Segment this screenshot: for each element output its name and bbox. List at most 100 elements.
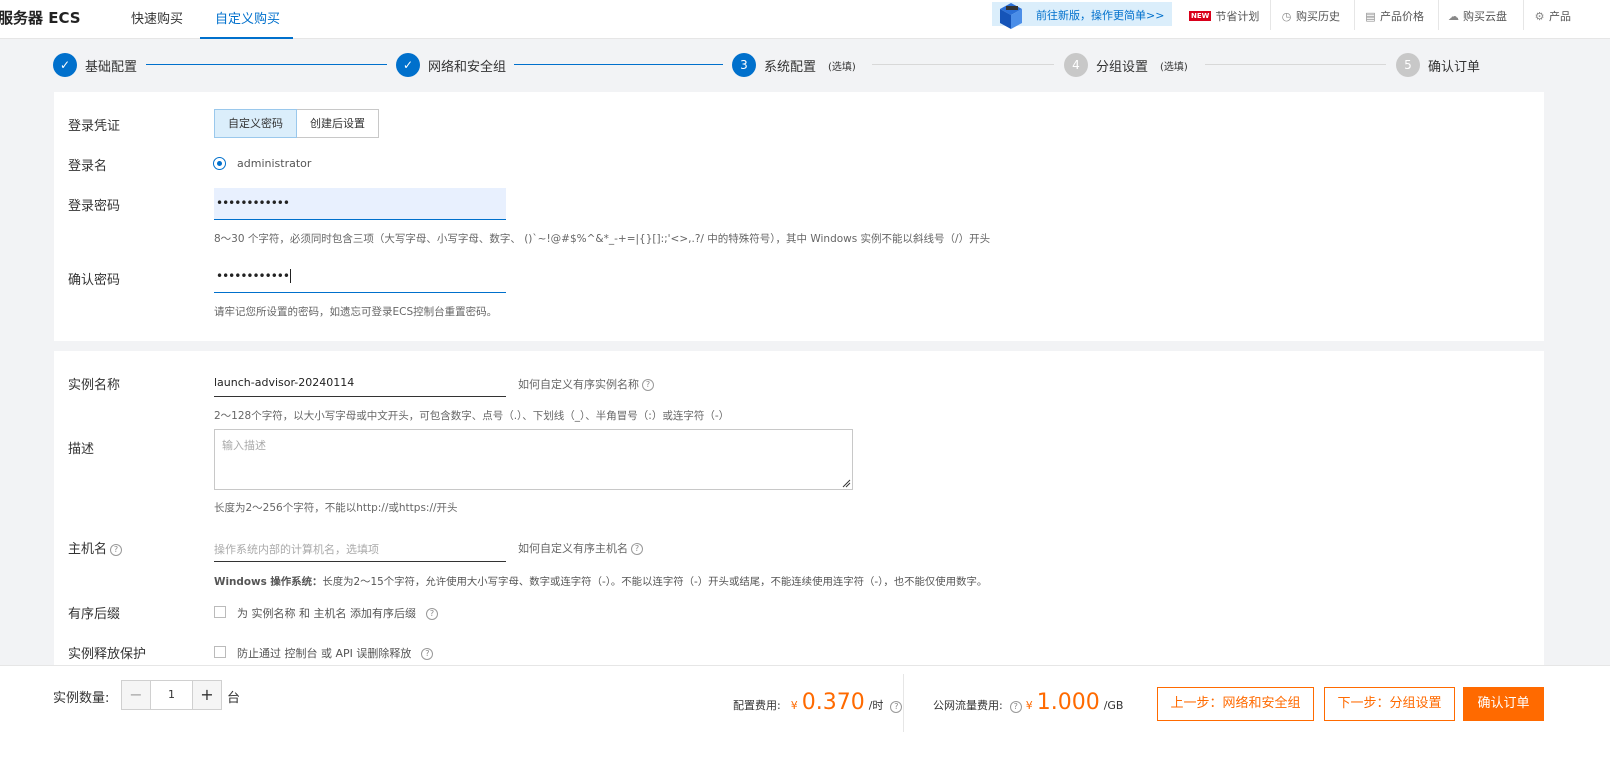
description-label: 描述 [68, 442, 95, 457]
cube-icon [1000, 3, 1022, 29]
password-hint: 8～30 个字符，必须同时包含三项（大写字母、小写字母、数字、 ()`~!@#$… [214, 233, 991, 245]
instance-name-input[interactable]: launch-advisor-20240114 [214, 370, 506, 397]
next-step-button[interactable]: 下一步：分组设置 [1324, 687, 1455, 721]
username-value: administrator [237, 157, 312, 170]
step-optional: (选填) [828, 61, 856, 73]
resize-handle-icon[interactable] [842, 479, 851, 488]
help-icon[interactable]: ? [426, 608, 438, 620]
hostname-input[interactable]: 操作系统内部的计算机名，选填项 [214, 535, 506, 562]
toplink-product-price[interactable]: ▤ 产品价格 [1365, 8, 1424, 24]
step-network-security[interactable]: ✓ 网络和安全组 [396, 53, 506, 77]
step-label: 网络和安全组 [428, 59, 507, 75]
traffic-fee-currency: ¥ [1025, 699, 1033, 712]
set-later-option[interactable]: 创建后设置 [297, 109, 379, 138]
top-bar: 服务器 ECS 快速购买 自定义购买 前往新版，操作更简单>> NEW 节省计划… [0, 0, 1610, 39]
release-protection-checkbox[interactable] [214, 646, 226, 658]
help-icon[interactable]: ? [421, 648, 434, 660]
toplink-label: 产品 [1549, 10, 1571, 23]
confirm-order-button[interactable]: 确认订单 [1463, 687, 1544, 721]
active-tab-indicator [200, 37, 293, 39]
step-connector [146, 64, 387, 65]
clock-icon: ◷ [1281, 9, 1292, 23]
step-label: 确认订单 [1428, 59, 1481, 75]
toplink-label: 购买历史 [1296, 10, 1340, 23]
toplink-savings-plan[interactable]: NEW 节省计划 [1189, 8, 1259, 24]
quantity-input[interactable]: 1 [150, 681, 193, 709]
divider [1523, 0, 1524, 30]
suffix-checkbox[interactable] [214, 606, 226, 618]
gear-icon: ⚙ [1534, 9, 1545, 23]
check-icon: ✓ [53, 53, 77, 77]
step-label: 分组设置 [1096, 59, 1149, 75]
help-icon[interactable]: ? [890, 701, 903, 713]
new-version-banner[interactable]: 前往新版，操作更简单>> [992, 2, 1172, 29]
divider [1354, 0, 1355, 30]
step-label: 基础配置 [85, 59, 138, 75]
step-number: 3 [732, 53, 756, 77]
divider [1270, 0, 1271, 30]
new-version-link[interactable]: 前往新版，操作更简单>> [1036, 9, 1164, 22]
confirm-password-input[interactable]: •••••••••••• [214, 261, 506, 293]
step-system-config: 3 系统配置 (选填) [732, 53, 856, 77]
step-basic-config[interactable]: ✓ 基础配置 [53, 53, 137, 77]
config-fee-value: 0.370 [801, 690, 865, 715]
hostname-label: 主机名 [68, 542, 108, 557]
tab-quick-buy[interactable]: 快速购买 [131, 8, 183, 27]
suffix-text: 为 实例名称 和 主机名 添加有序后缀 [237, 607, 416, 620]
step-optional: (选填) [1160, 61, 1188, 73]
suffix-text-row: 为 实例名称 和 主机名 添加有序后缀? [237, 605, 438, 621]
tab-custom-buy[interactable]: 自定义购买 [215, 8, 280, 27]
help-link-text: 如何自定义有序实例名称 [518, 378, 639, 391]
toplink-label: 购买云盘 [1463, 10, 1507, 23]
confirm-password-label: 确认密码 [68, 273, 121, 288]
product-title: 服务器 ECS [0, 9, 81, 27]
help-icon: ? [642, 379, 654, 391]
config-fee: 配置费用: ¥ 0.370 /时 ? [733, 690, 903, 715]
username-radio[interactable] [213, 157, 226, 170]
toplink-buy-disk[interactable]: ☁ 购买云盘 [1448, 8, 1507, 24]
quantity-label: 实例数量: [53, 691, 110, 706]
suffix-label: 有序后缀 [68, 607, 121, 622]
password-input[interactable]: •••••••••••• [214, 188, 506, 220]
document-icon: ▤ [1365, 9, 1376, 23]
help-icon: ? [631, 543, 643, 555]
credential-label: 登录凭证 [68, 119, 121, 134]
instance-name-hint: 2～128个字符，以大小写字母或中文开头，可包含数字、点号（.）、下划线（_）、… [214, 410, 730, 422]
description-textarea[interactable]: 输入描述 [214, 429, 853, 490]
credential-toggle: 自定义密码 创建后设置 [214, 109, 379, 138]
hostname-help-link[interactable]: 如何自定义有序主机名? [518, 540, 643, 556]
traffic-fee-unit: /GB [1103, 699, 1124, 712]
step-number: 4 [1064, 53, 1088, 77]
hostname-label-row: 主机名? [68, 538, 123, 557]
minus-icon[interactable]: − [122, 681, 150, 709]
confirm-password-hint: 请牢记您所设置的密码，如遗忘可登录ECS控制台重置密码。 [214, 306, 498, 318]
text-cursor [289, 269, 294, 283]
step-connector [1205, 64, 1386, 65]
step-confirm-order[interactable]: 5 确认订单 [1396, 53, 1480, 77]
step-label: 系统配置 [764, 59, 817, 75]
toplink-label: 节省计划 [1215, 10, 1260, 23]
check-icon: ✓ [396, 53, 420, 77]
quantity-unit: 台 [227, 691, 241, 706]
step-group-settings[interactable]: 4 分组设置 (选填) [1064, 53, 1188, 77]
confirm-password-value: •••••••••••• [216, 269, 290, 283]
username-label: 登录名 [68, 159, 108, 174]
release-protection-label: 实例释放保护 [68, 647, 147, 662]
step-connector [514, 64, 723, 65]
instance-name-help-link[interactable]: 如何自定义有序实例名称? [518, 376, 654, 392]
help-icon[interactable]: ? [110, 543, 123, 556]
toplink-purchase-history[interactable]: ◷ 购买历史 [1281, 8, 1340, 24]
prev-step-button[interactable]: 上一步：网络和安全组 [1157, 687, 1314, 721]
plus-icon[interactable]: + [193, 681, 221, 709]
new-badge: NEW [1189, 11, 1212, 21]
custom-password-option[interactable]: 自定义密码 [214, 109, 297, 138]
help-icon[interactable]: ? [1009, 701, 1022, 713]
hostname-hint-text: 长度为2～15个字符，允许使用大小写字母、数字或连字符（-）。不能以连字符（-）… [322, 576, 988, 588]
release-protection-text: 防止通过 控制台 或 API 误删除释放 [237, 647, 412, 660]
cloud-icon: ☁ [1448, 9, 1459, 23]
config-fee-label: 配置费用: [733, 699, 781, 712]
release-protection-row: 防止通过 控制台 或 API 误删除释放? [237, 645, 434, 661]
password-label: 登录密码 [68, 199, 121, 214]
toplink-product[interactable]: ⚙ 产品 [1534, 8, 1571, 24]
description-hint: 长度为2～256个字符，不能以http://或https://开头 [214, 502, 458, 514]
